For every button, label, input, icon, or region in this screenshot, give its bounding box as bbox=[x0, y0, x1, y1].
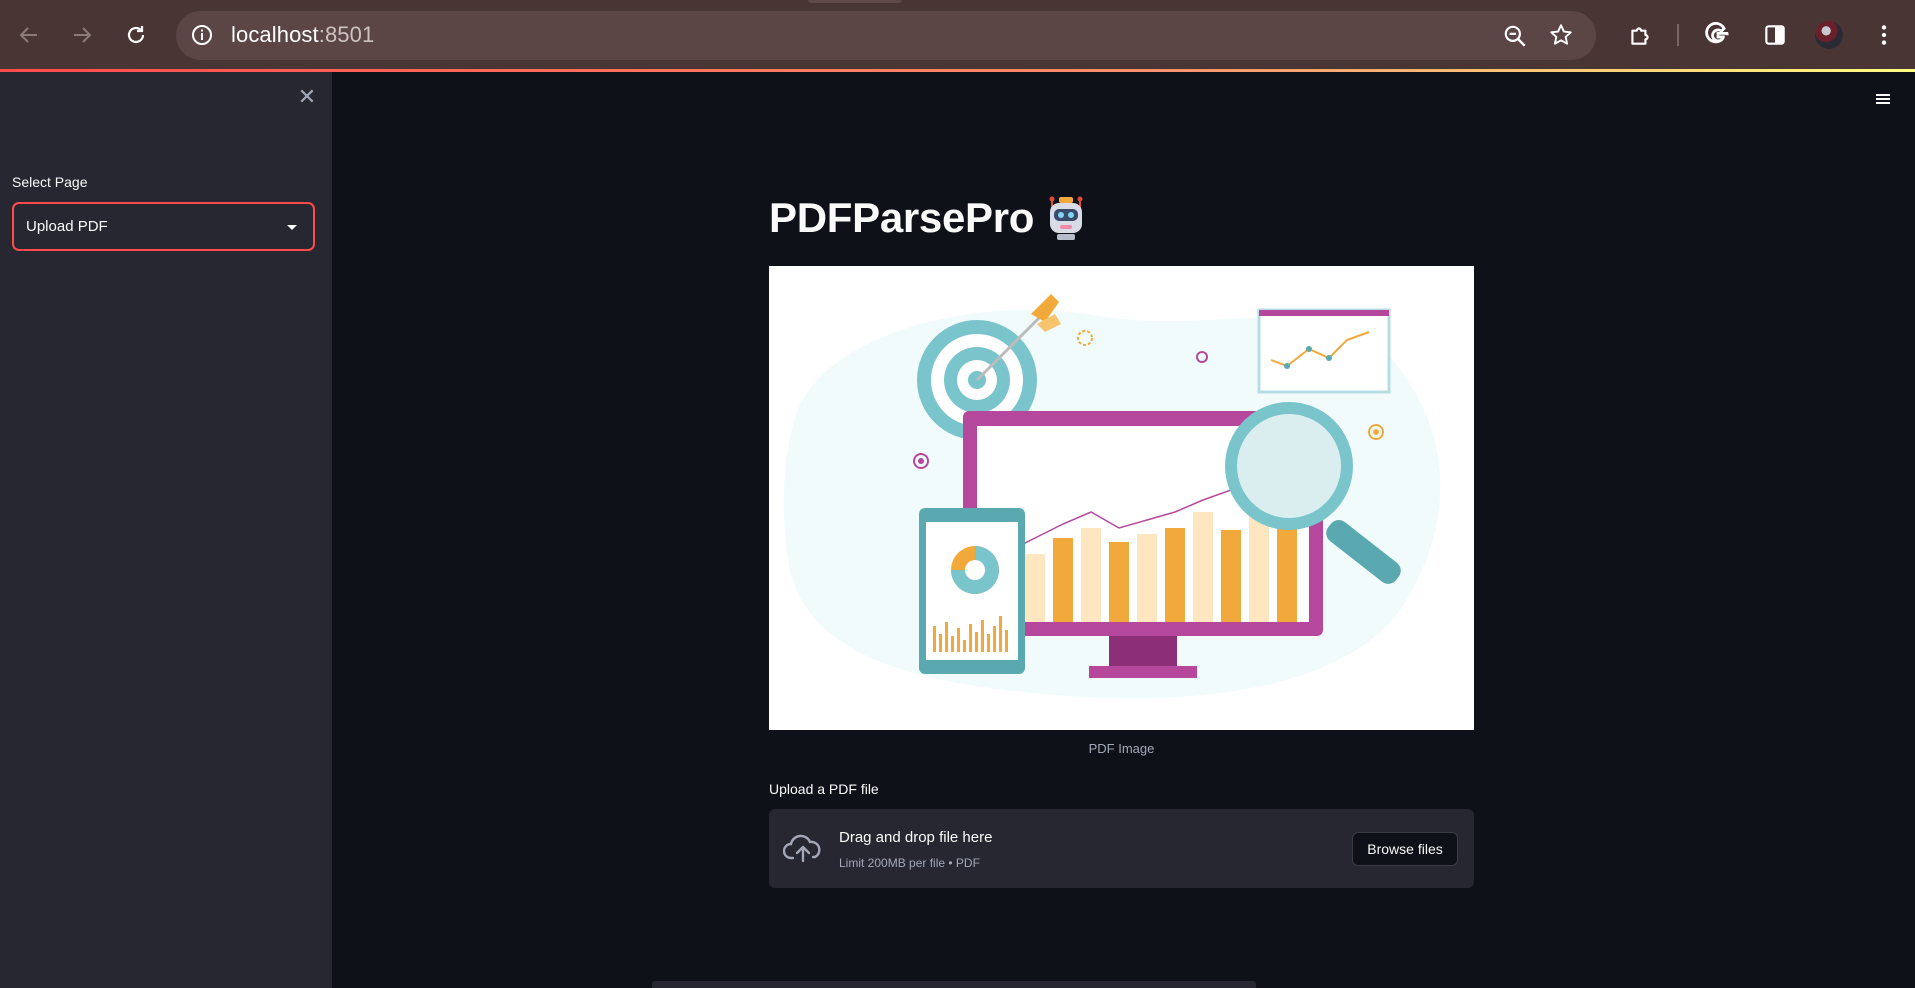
forward-arrow-icon bbox=[74, 27, 92, 43]
file-dropzone[interactable]: Drag and drop file here Limit 200MB per … bbox=[769, 809, 1474, 888]
pdf-hero-illustration bbox=[769, 266, 1474, 730]
google-g-icon bbox=[1705, 22, 1729, 44]
dropzone-title: Drag and drop file here bbox=[839, 829, 993, 846]
kebab-menu-icon bbox=[1881, 25, 1887, 45]
select-page-value: Upload PDF bbox=[26, 218, 108, 235]
browser-menu-button[interactable] bbox=[1866, 17, 1902, 53]
address-bar[interactable]: localhost:8501 bbox=[176, 11, 1596, 60]
url-text[interactable]: localhost:8501 bbox=[231, 22, 374, 48]
side-panel-button[interactable] bbox=[1757, 17, 1793, 53]
avatar bbox=[1815, 21, 1843, 49]
select-page-label: Select Page bbox=[12, 174, 88, 190]
robot-emoji-icon bbox=[1049, 196, 1083, 240]
browser-toolbar: localhost:8501 bbox=[0, 0, 1915, 71]
profile-button[interactable] bbox=[1811, 17, 1847, 53]
select-page-dropdown[interactable]: Upload PDF bbox=[12, 202, 315, 251]
back-button[interactable] bbox=[11, 17, 47, 53]
back-arrow-icon bbox=[19, 27, 37, 43]
browse-files-button[interactable]: Browse files bbox=[1352, 832, 1458, 866]
main-content: PDFParsePro PDF Image Upload a PDF file … bbox=[332, 72, 1915, 988]
forward-button[interactable] bbox=[64, 17, 100, 53]
side-panel-icon bbox=[1765, 25, 1785, 45]
site-info-icon[interactable] bbox=[190, 23, 214, 47]
reload-button[interactable] bbox=[118, 17, 154, 53]
cloud-upload-icon bbox=[783, 834, 821, 863]
google-button[interactable] bbox=[1700, 17, 1736, 53]
chevron-down-icon bbox=[287, 225, 297, 230]
bottom-scroll-edge bbox=[652, 981, 1256, 988]
sidebar: ✕ Select Page Upload PDF bbox=[0, 72, 332, 988]
url-port: :8501 bbox=[318, 22, 375, 47]
toolbar-divider bbox=[1677, 24, 1679, 46]
page-title-text: PDFParsePro bbox=[769, 194, 1035, 241]
puzzle-icon bbox=[1631, 27, 1649, 45]
zoom-icon[interactable] bbox=[1502, 23, 1528, 49]
close-sidebar-icon[interactable]: ✕ bbox=[296, 86, 318, 108]
reload-icon bbox=[127, 26, 145, 44]
upload-label: Upload a PDF file bbox=[769, 781, 879, 797]
tab-edge bbox=[808, 0, 902, 3]
dropzone-limit: Limit 200MB per file • PDF bbox=[839, 856, 980, 870]
page-title: PDFParsePro bbox=[769, 194, 1090, 242]
image-caption: PDF Image bbox=[1088, 741, 1155, 756]
bookmark-star-icon[interactable] bbox=[1548, 22, 1574, 48]
url-host: localhost bbox=[231, 22, 319, 47]
hamburger-menu-icon[interactable] bbox=[1872, 92, 1894, 110]
extensions-button[interactable] bbox=[1622, 17, 1658, 53]
